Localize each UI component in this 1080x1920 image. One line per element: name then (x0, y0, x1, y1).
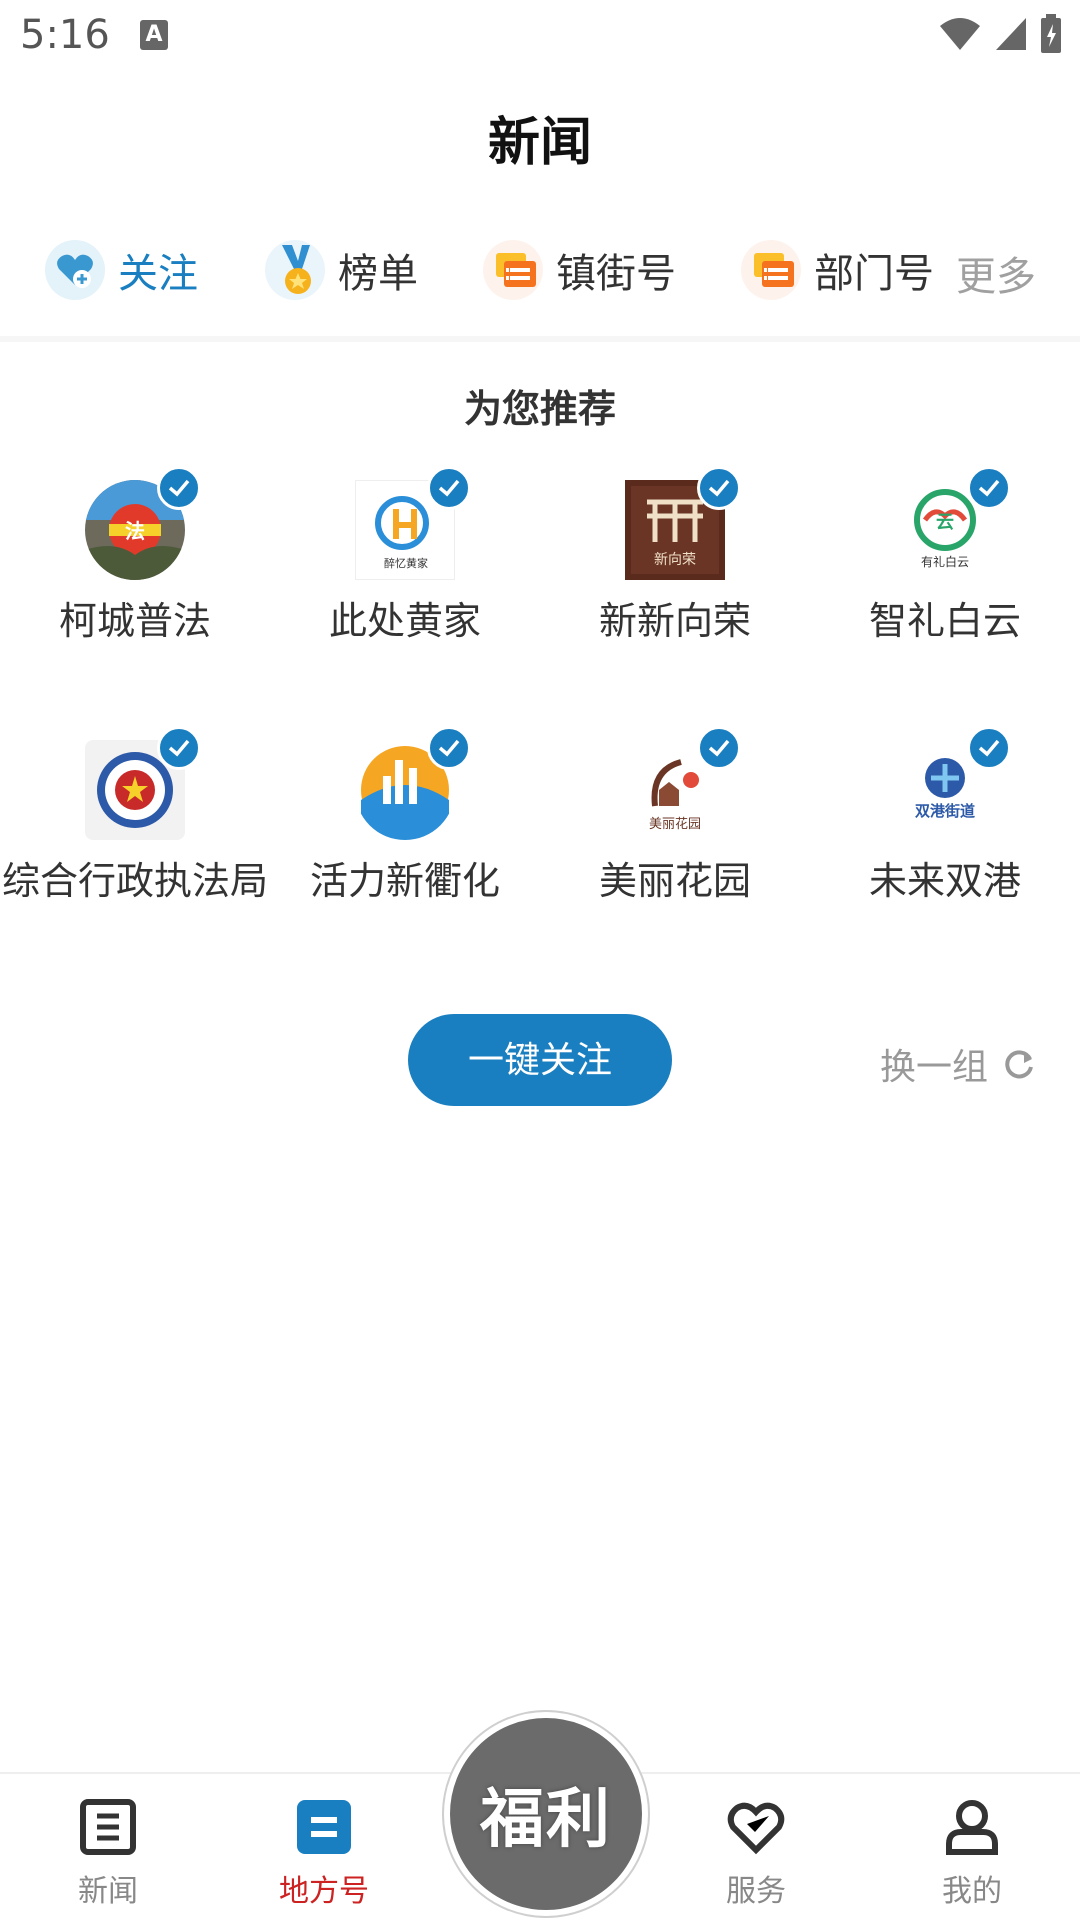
newspaper-icon (79, 1798, 137, 1856)
account-logo: 法 (85, 466, 201, 580)
recommend-item[interactable]: 美丽花园 美丽花园 (540, 726, 810, 908)
recommend-item[interactable]: 新向荣 新新向荣 (540, 466, 810, 648)
followed-check-icon (697, 466, 741, 510)
followed-check-icon (967, 726, 1011, 770)
recommend-item[interactable]: 法 柯城普法 (0, 466, 270, 648)
more-link[interactable]: 更多 (956, 244, 1036, 302)
tab-ranking[interactable]: 榜单 (264, 230, 418, 310)
recommend-item[interactable]: 综合行政执法局 (0, 726, 270, 908)
refresh-group-button[interactable]: 换一组 (880, 1038, 1036, 1090)
recommend-item[interactable]: 云有礼白云 智礼白云 (810, 466, 1080, 648)
refresh-label: 换一组 (879, 1047, 988, 1088)
person-icon (943, 1798, 1001, 1856)
svg-text:云: 云 (936, 512, 954, 533)
followed-check-icon (157, 726, 201, 770)
heart-plus-icon (44, 239, 106, 301)
section-divider (0, 336, 1080, 342)
chat-bubble-icon (482, 239, 544, 301)
account-name: 综合行政执法局 (1, 859, 268, 903)
account-name: 此处黄家 (328, 599, 481, 643)
welfare-button[interactable]: 福利 (444, 1712, 648, 1916)
account-name: 未来双港 (868, 859, 1021, 903)
nav-services-label: 服务 (726, 1874, 786, 1909)
page-title: 新闻 (487, 113, 592, 173)
account-logo: 醉忆黄家 (355, 466, 471, 580)
account-logo (355, 726, 471, 840)
recommend-item[interactable]: 活力新衢化 (270, 726, 540, 908)
account-logo: 新向荣 (625, 466, 741, 580)
recommend-item[interactable]: 双港街道 未来双港 (810, 726, 1080, 908)
refresh-icon (1005, 1050, 1033, 1079)
svg-text:有礼白云: 有礼白云 (921, 554, 969, 569)
tab-follow[interactable]: 关注 (44, 230, 198, 310)
account-logo (85, 726, 201, 840)
nav-local-accounts-label: 地方号 (279, 1874, 369, 1909)
chat-bubble-icon (740, 239, 802, 301)
followed-check-icon (427, 466, 471, 510)
category-tabs: 关注 榜单 镇街号 部门号 更多 (0, 230, 1080, 310)
account-logo: 双港街道 (895, 726, 1011, 840)
tab-town-accounts-label: 镇街号 (556, 251, 676, 297)
followed-check-icon (967, 466, 1011, 510)
tab-department-accounts[interactable]: 部门号 (740, 230, 934, 310)
follow-all-button[interactable]: 一键关注 (408, 1014, 672, 1106)
followed-check-icon (697, 726, 741, 770)
heart-check-icon (727, 1798, 785, 1856)
notification-a-icon: A (140, 20, 168, 50)
wifi-icon (940, 18, 980, 50)
status-time: 5:16 (20, 12, 110, 58)
svg-text:法: 法 (125, 519, 145, 543)
tab-follow-label: 关注 (118, 251, 198, 297)
account-logo: 云有礼白云 (895, 466, 1011, 580)
recommend-title: 为您推荐 (463, 387, 616, 431)
signal-icon (996, 18, 1026, 50)
svg-text:双港街道: 双港街道 (915, 802, 975, 820)
account-name: 柯城普法 (58, 599, 211, 643)
nav-news[interactable]: 新闻 (28, 1798, 188, 1910)
account-logo: 美丽花园 (625, 726, 741, 840)
followed-check-icon (427, 726, 471, 770)
welfare-label: 福利 (480, 1783, 612, 1857)
followed-check-icon (157, 466, 201, 510)
tab-department-accounts-label: 部门号 (814, 251, 934, 297)
status-bar: 5:16 A (0, 0, 1080, 72)
account-name: 美丽花园 (598, 859, 751, 903)
nav-profile[interactable]: 我的 (892, 1798, 1052, 1910)
status-icons (938, 14, 1062, 54)
account-name: 智礼白云 (868, 599, 1021, 643)
svg-text:醉忆黄家: 醉忆黄家 (384, 556, 428, 570)
account-name: 活力新衢化 (309, 859, 500, 903)
nav-services[interactable]: 服务 (676, 1798, 836, 1910)
battery-icon (1041, 14, 1061, 53)
tab-town-accounts[interactable]: 镇街号 (482, 230, 676, 310)
medal-icon (264, 239, 326, 301)
recommend-item[interactable]: 醉忆黄家 此处黄家 (270, 466, 540, 648)
nav-local-accounts[interactable]: 地方号 (244, 1798, 404, 1910)
local-account-icon (295, 1798, 353, 1856)
account-name: 新新向荣 (598, 599, 751, 643)
svg-text:新向荣: 新向荣 (654, 552, 696, 568)
tab-ranking-label: 榜单 (338, 251, 418, 297)
svg-text:美丽花园: 美丽花园 (649, 816, 701, 832)
nav-news-label: 新闻 (78, 1874, 138, 1909)
nav-profile-label: 我的 (942, 1874, 1002, 1909)
